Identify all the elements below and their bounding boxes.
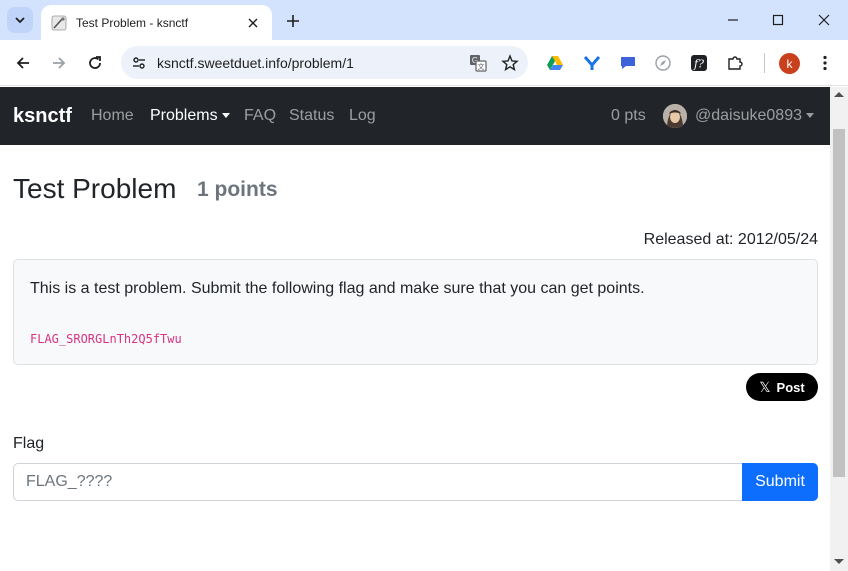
problem-points: 1 points bbox=[197, 178, 278, 201]
nav-link-problems[interactable]: Problems bbox=[150, 107, 230, 125]
flag-input[interactable] bbox=[13, 463, 743, 501]
function-icon: f? bbox=[691, 55, 707, 71]
translate-button[interactable]: G文 bbox=[464, 49, 492, 77]
close-icon bbox=[248, 18, 258, 27]
page-viewport: ksnctf Home Problems FAQ Status Log 0 pt… bbox=[0, 87, 830, 571]
toolbar-separator bbox=[764, 53, 765, 73]
nav-link-log[interactable]: Log bbox=[349, 107, 376, 125]
y-logo-icon bbox=[583, 56, 601, 70]
flag-code: FLAG_SRORGLnTh2Q5fTwu bbox=[30, 332, 182, 346]
tab-close-button[interactable] bbox=[244, 14, 262, 32]
svg-text:文: 文 bbox=[478, 62, 485, 71]
minimize-button[interactable] bbox=[718, 6, 748, 34]
site-info-button[interactable] bbox=[125, 49, 153, 77]
scroll-up-arrow-icon[interactable] bbox=[834, 92, 844, 97]
reload-icon bbox=[89, 56, 101, 69]
plus-icon bbox=[287, 15, 299, 27]
url-text: ksnctf.sweetduet.info/problem/1 bbox=[157, 54, 354, 71]
compass-icon bbox=[655, 55, 671, 71]
tab-strip: Test Problem - ksnctf bbox=[0, 0, 848, 40]
scroll-down-arrow-icon[interactable] bbox=[834, 559, 844, 564]
caret-down-icon bbox=[805, 113, 814, 119]
browser-menu-button[interactable] bbox=[813, 51, 837, 75]
arrow-left-icon bbox=[16, 57, 29, 69]
extension-compass-button[interactable] bbox=[651, 51, 675, 75]
forward-button[interactable] bbox=[45, 49, 73, 77]
google-drive-icon bbox=[547, 56, 563, 70]
x-logo-icon: 𝕏 bbox=[759, 378, 771, 395]
extension-chat-button[interactable] bbox=[616, 51, 640, 75]
nav-link-home[interactable]: Home bbox=[91, 107, 134, 125]
address-bar[interactable]: ksnctf.sweetduet.info/problem/1 G文 bbox=[121, 46, 528, 79]
extension-drive-button[interactable] bbox=[543, 51, 567, 75]
post-label: Post bbox=[776, 379, 805, 395]
maximize-icon bbox=[772, 14, 784, 26]
problem-description-card: This is a test problem. Submit the follo… bbox=[13, 259, 818, 365]
release-date: Released at: 2012/05/24 bbox=[643, 231, 818, 248]
avatar-portrait-icon bbox=[663, 104, 687, 128]
browser-toolbar: ksnctf.sweetduet.info/problem/1 G文 f? bbox=[0, 40, 848, 86]
close-icon bbox=[818, 14, 830, 26]
profile-avatar-button[interactable]: k bbox=[779, 53, 800, 74]
submit-button[interactable]: Submit bbox=[742, 463, 818, 501]
extension-y-button[interactable] bbox=[580, 51, 604, 75]
tab-search-button[interactable] bbox=[7, 7, 33, 33]
username: @daisuke0893 bbox=[695, 107, 802, 124]
nav-link-status[interactable]: Status bbox=[289, 107, 334, 125]
x-post-button[interactable]: 𝕏 Post bbox=[746, 373, 818, 401]
page-scrollbar[interactable] bbox=[830, 87, 848, 571]
tune-icon bbox=[133, 56, 145, 69]
extension-function-button[interactable]: f? bbox=[687, 51, 711, 75]
maximize-button[interactable] bbox=[763, 6, 793, 34]
svg-text:f?: f? bbox=[693, 58, 704, 71]
chat-icon bbox=[621, 57, 635, 69]
tab-title: Test Problem - ksnctf bbox=[76, 15, 189, 30]
nav-link-faq[interactable]: FAQ bbox=[244, 107, 276, 125]
arrow-right-icon bbox=[53, 57, 66, 69]
reload-button[interactable] bbox=[81, 49, 109, 77]
problem-description: This is a test problem. Submit the follo… bbox=[30, 280, 645, 297]
nav-link-problems-label: Problems bbox=[150, 107, 218, 124]
new-tab-button[interactable] bbox=[281, 9, 305, 33]
star-icon bbox=[501, 53, 519, 71]
back-button[interactable] bbox=[9, 49, 37, 77]
problem-title: Test Problem bbox=[13, 173, 177, 204]
bookmark-button[interactable] bbox=[496, 49, 524, 77]
site-navbar: ksnctf Home Problems FAQ Status Log 0 pt… bbox=[0, 87, 830, 145]
site-brand[interactable]: ksnctf bbox=[13, 105, 72, 128]
browser-tab[interactable]: Test Problem - ksnctf bbox=[41, 5, 272, 40]
user-avatar[interactable] bbox=[663, 104, 687, 128]
extensions-button[interactable] bbox=[723, 51, 747, 75]
user-menu[interactable]: @daisuke0893 bbox=[695, 107, 814, 125]
user-points: 0 pts bbox=[611, 107, 646, 124]
translate-icon: G文 bbox=[470, 54, 487, 72]
site-favicon-icon bbox=[51, 15, 67, 30]
caret-down-icon bbox=[221, 113, 230, 119]
minimize-icon bbox=[728, 19, 738, 21]
window-close-button[interactable] bbox=[809, 6, 839, 34]
chevron-down-icon bbox=[15, 17, 25, 24]
more-vert-icon bbox=[823, 55, 827, 71]
flag-label: Flag bbox=[13, 435, 45, 452]
page-title: Test Problem bbox=[13, 173, 176, 205]
puzzle-icon bbox=[728, 56, 743, 70]
scroll-thumb[interactable] bbox=[833, 129, 845, 477]
